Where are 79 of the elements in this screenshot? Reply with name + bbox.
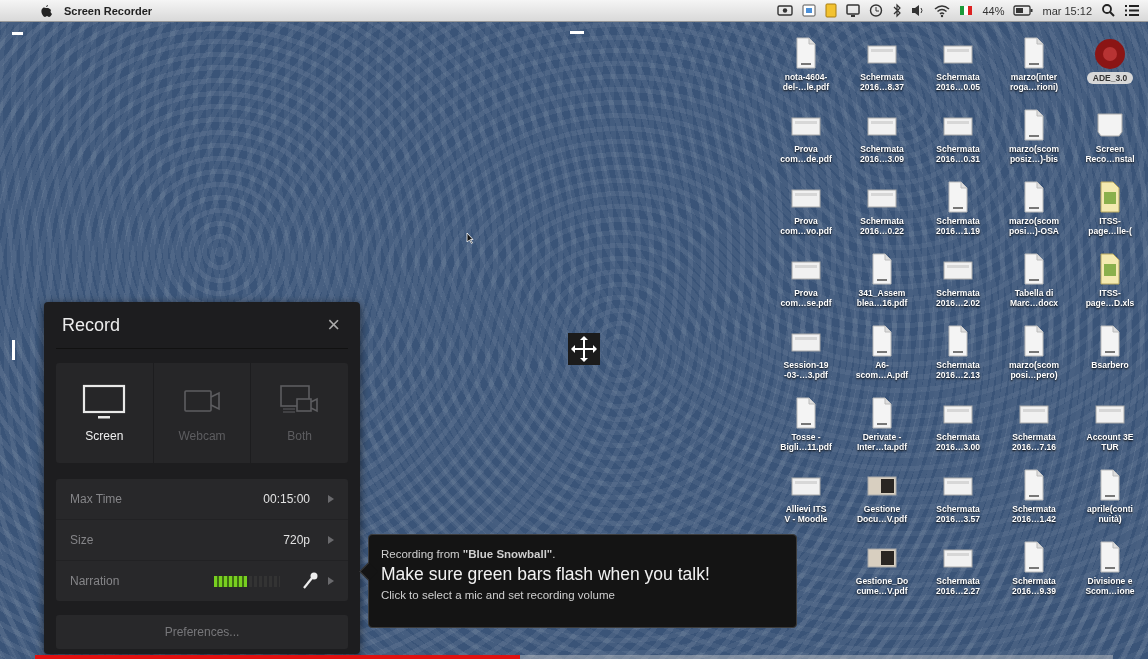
status-text: mar 15:12 [1042, 4, 1092, 17]
tooltip-text: Recording from "Blue Snowball". [381, 548, 557, 560]
mode-tab[interactable]: Screen [56, 363, 154, 463]
setting-label: Narration [70, 574, 121, 588]
frame-corner-mark [12, 32, 23, 35]
battery-icon[interactable] [1013, 3, 1034, 18]
file-name[interactable]: Prova com…de.pdf [780, 144, 832, 164]
move-cursor-icon [568, 333, 600, 365]
file-name[interactable]: ITSS- page…lle-( [1088, 216, 1132, 236]
capture-icon[interactable] [802, 3, 817, 18]
file-name[interactable]: Schermata 2016…3.57 [936, 504, 980, 524]
file-name[interactable]: Bsarbero [1091, 360, 1129, 370]
file-name[interactable]: marzo(inter roga…rioni) [1009, 72, 1059, 92]
display-icon[interactable] [846, 3, 861, 18]
file-name[interactable]: marzo(scom posi…)-OSA [1008, 216, 1060, 236]
volume-icon[interactable] [911, 3, 926, 18]
file-name[interactable]: Tabella di Marc…docx [1009, 288, 1059, 308]
file-name[interactable]: marzo(scom posi…pero) [1008, 360, 1060, 380]
file-name[interactable]: Schermata 2016…2.13 [936, 360, 980, 380]
flag-icon[interactable] [959, 3, 974, 18]
file-name[interactable]: Schermata 2016…0.31 [936, 144, 980, 164]
camera-icon[interactable] [777, 3, 794, 18]
bluetooth-icon[interactable] [892, 3, 903, 18]
clock-icon[interactable] [869, 3, 884, 18]
file-name[interactable]: Schermata 2016…0.05 [936, 72, 980, 92]
file-name[interactable]: ITSS- page…D.xls [1085, 288, 1135, 308]
file-name[interactable]: Divisione e Scom…ione [1085, 576, 1135, 596]
file-name[interactable]: Screen Reco…nstal [1085, 144, 1135, 164]
close-button[interactable]: × [323, 312, 344, 338]
preferences-button[interactable]: Preferences... [56, 615, 348, 649]
setting-row[interactable]: Narration [56, 561, 348, 601]
search-icon[interactable] [1101, 3, 1115, 18]
file-name[interactable]: Prova com…vo.pdf [780, 216, 832, 236]
setting-row[interactable]: Max Time 00:15:00 [56, 479, 348, 520]
file-name[interactable]: aprile(conti nuità) [1087, 504, 1133, 524]
setting-row[interactable]: Size 720p [56, 520, 348, 561]
file-name[interactable]: Prova com…se.pdf [780, 288, 832, 308]
setting-label: Size [70, 533, 95, 547]
file-name[interactable]: Schermata 2016…7.16 [1012, 432, 1056, 452]
arrow-icon [328, 536, 334, 544]
file-name[interactable]: Gestione_Do cume…V.pdf [855, 576, 909, 596]
arrow-icon [328, 495, 334, 503]
file-name[interactable]: Schermata 2016…0.22 [860, 216, 904, 236]
file-name[interactable]: Schermata 2016…3.00 [936, 432, 980, 452]
tooltip-headline: Make sure green bars flash when you talk! [381, 564, 711, 585]
file-name[interactable]: Schermata 2016…8.37 [860, 72, 904, 92]
file-name[interactable]: Session-19 -03-…3.pdf [783, 360, 829, 380]
file-name[interactable]: Tosse - Bigli…11.pdf [780, 432, 832, 452]
setting-label: Max Time [70, 492, 123, 506]
file-name[interactable]: A6- scom…A.pdf [855, 360, 909, 380]
app-menu[interactable]: Screen Recorder [64, 4, 153, 17]
frame-edge-handle [12, 340, 15, 360]
file-name[interactable]: 341_Assem blea…16.pdf [856, 288, 908, 308]
file-name[interactable]: Gestione Docu…V.pdf [856, 504, 908, 524]
microphone-icon [302, 572, 318, 590]
tooltip-text: Click to select a mic and set recording volume [381, 589, 616, 601]
file-name[interactable]: ADE_3.0 [1086, 72, 1134, 84]
mouse-pointer-icon [466, 232, 474, 244]
wifi-icon[interactable] [934, 3, 951, 18]
file-name[interactable]: Schermata 2016…2.27 [936, 576, 980, 596]
file-name[interactable]: Schermata 2016…1.42 [1012, 504, 1056, 524]
setting-value: 00:15:00 [263, 492, 310, 506]
monitor-icon [81, 383, 128, 421]
file-name[interactable]: Allievi ITS V - Moodle [784, 504, 828, 524]
file-name[interactable]: Schermata 2016…9.39 [1012, 576, 1056, 596]
file-name[interactable]: Schermata 2016…2.02 [936, 288, 980, 308]
list-icon[interactable] [1124, 3, 1140, 18]
status-text: 44% [982, 4, 1005, 17]
setting-value: 720p [283, 533, 310, 547]
file-name[interactable]: Account 3E TUR [1086, 432, 1134, 452]
file-name[interactable]: Schermata 2016…1.19 [936, 216, 980, 236]
apple-icon[interactable] [40, 3, 52, 18]
frame-edge-handle [570, 31, 584, 34]
file-name[interactable]: Schermata 2016…3.09 [860, 144, 904, 164]
file-name[interactable]: nota-4604- del-…le.pdf [782, 72, 830, 92]
panel-title: Record [62, 314, 121, 336]
arrow-icon [328, 577, 334, 585]
file-name[interactable]: Derivate - Inter…ta.pdf [856, 432, 908, 452]
file-name[interactable]: marzo(scom posiz…)-bis [1008, 144, 1060, 164]
